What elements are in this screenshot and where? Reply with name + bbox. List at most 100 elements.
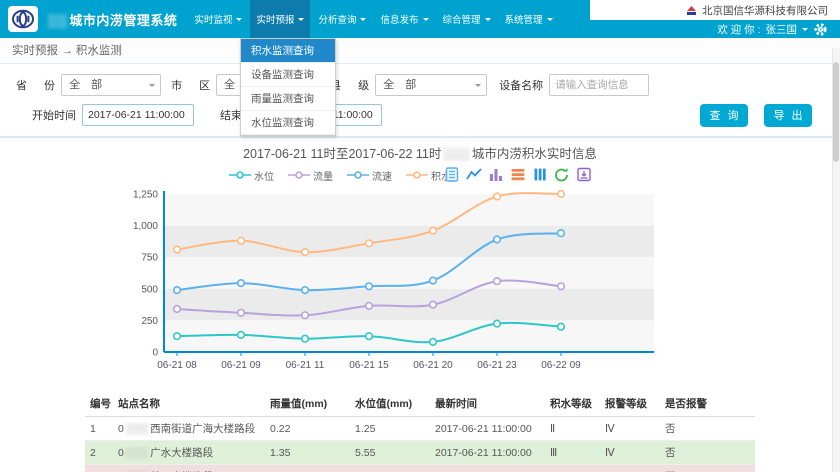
chart-toolbox: [444, 167, 592, 182]
device-name-input[interactable]: [549, 74, 649, 96]
column-header: 是否报警: [660, 391, 755, 417]
legend-item-水位[interactable]: 水位: [229, 168, 274, 183]
filter-row-2: 开始时间 结束时间 查 询 导 出: [0, 100, 840, 130]
company-name: 北京国信华源科技有限公司: [702, 3, 828, 18]
nav-item-label: 分析查询: [318, 12, 356, 26]
top-navbar: ▒▒城市内涝管理系统 实时监视实时预报分析查询 信息发布 综合管理系统管理 北京国信…: [0, 0, 840, 38]
company-logo-icon: [686, 5, 697, 16]
save-image-icon[interactable]: [576, 167, 592, 182]
rain-value-cell: 0.22: [265, 417, 350, 441]
filter-panel: 省 份 全 部 市 区 全 部 县 级 全 部 设备名称 开始时间 结束时间 查…: [0, 64, 840, 138]
table-row[interactable]: 30▒▒▒美玉大楼路段0.502.882017-06-21 11:00:00ⅠⅢ…: [85, 465, 755, 472]
svg-text:1,250: 1,250: [133, 190, 158, 201]
station-prefix: 0: [118, 447, 124, 459]
svg-text:750: 750: [141, 253, 158, 264]
nav-item-label: 系统管理: [505, 12, 543, 26]
app-logo-emblem: [11, 9, 35, 29]
forecast-dropdown-menu: 积水监测查询设备监测查询雨量监测查询水位监测查询: [240, 38, 336, 136]
stack-icon[interactable]: [510, 167, 526, 182]
table-row[interactable]: 10▒▒▒西南街道广海大楼路段0.221.252017-06-21 11:00:…: [85, 417, 755, 441]
county-select[interactable]: 全 部: [375, 74, 487, 96]
svg-text:06-22 09: 06-22 09: [541, 360, 581, 371]
app-title: ▒▒城市内涝管理系统: [46, 10, 177, 29]
menu-item-3[interactable]: 雨量监测查询: [241, 87, 335, 111]
redacted-station-code: ▒▒▒: [126, 423, 148, 435]
station-name-cell: 0▒▒▒西南街道广海大楼路段: [113, 417, 265, 441]
menu-item-4[interactable]: 水位监测查询: [241, 111, 335, 135]
vertical-scrollbar[interactable]: [832, 48, 840, 472]
nav-item-4[interactable]: 信息发布: [374, 0, 434, 38]
station-name: 广水大楼路段: [150, 447, 213, 459]
row-id-cell: 3: [85, 465, 113, 472]
nav-item-3[interactable]: 分析查询: [312, 0, 372, 38]
legend-marker: [406, 170, 428, 180]
column-header: 积水等级: [545, 391, 600, 417]
table-row[interactable]: 20▒▒▒广水大楼路段1.355.552017-06-21 11:00:00ⅢⅣ…: [85, 441, 755, 465]
svg-text:06-21 23: 06-21 23: [477, 360, 517, 371]
welcome-text: 欢 迎 你 :: [717, 22, 760, 37]
company-chip: 北京国信华源科技有限公司: [590, 0, 840, 20]
alarm-grade-cell: Ⅲ: [600, 465, 660, 472]
line-chart-icon[interactable]: [466, 167, 482, 182]
legend-marker: [288, 170, 310, 180]
tiled-icon[interactable]: [532, 167, 548, 182]
nav-item-5[interactable]: 综合管理: [437, 0, 497, 38]
station-table-body: 10▒▒▒西南街道广海大楼路段0.221.252017-06-21 11:00:…: [85, 417, 755, 472]
select-chevron-down-icon: [149, 84, 155, 90]
nav-item-1[interactable]: 实时监视: [188, 0, 248, 38]
navbar-right: 北京国信华源科技有限公司 欢 迎 你 : 张三国: [590, 0, 840, 38]
column-header: 编号: [85, 391, 113, 417]
nav-item-2[interactable]: 实时预报: [250, 0, 310, 38]
alarmed-cell: 否: [660, 465, 755, 472]
chevron-down-icon: [423, 18, 429, 24]
gear-icon[interactable]: [813, 22, 828, 37]
menu-item-2[interactable]: 设备监测查询: [241, 63, 335, 87]
row-id-cell: 2: [85, 441, 113, 465]
station-name-cell: 0▒▒▒美玉大楼路段: [113, 465, 265, 472]
svg-text:06-21 08: 06-21 08: [157, 360, 197, 371]
header-row: 编号站点名称雨量值(mm)水位值(mm)最新时间积水等级报警等级是否报警: [85, 391, 755, 417]
select-chevron-down-icon: [475, 84, 481, 90]
breadcrumb: 实时预报 → 积水监测: [0, 38, 840, 64]
time-cell: 2017-06-21 11:00:00: [430, 465, 545, 472]
action-buttons: 查 询 导 出: [700, 104, 812, 127]
station-name-cell: 0▒▒▒广水大楼路段: [113, 441, 265, 465]
query-button[interactable]: 查 询: [700, 104, 748, 127]
start-time-input[interactable]: [82, 104, 194, 126]
flood-grade-cell: Ⅱ: [545, 417, 600, 441]
svg-text:06-21 09: 06-21 09: [221, 360, 261, 371]
legend-item-流速[interactable]: 流速: [347, 168, 392, 183]
legend-item-流量[interactable]: 流量: [288, 168, 333, 183]
device-name-label: 设备名称: [499, 77, 543, 93]
chart-block: 2017-06-21 11时至2017-06-22 11时▒▒▒城市内涝积水实时…: [130, 144, 710, 383]
redacted-city-name: ▒▒: [48, 13, 67, 28]
svg-text:06-21 11: 06-21 11: [286, 360, 325, 371]
city-label: 市 区: [171, 77, 210, 93]
nav-item-6[interactable]: 系统管理: [499, 0, 559, 38]
data-view-icon[interactable]: [444, 167, 460, 182]
station-table: 编号站点名称雨量值(mm)水位值(mm)最新时间积水等级报警等级是否报警 10▒…: [85, 391, 755, 472]
station-prefix: 0: [118, 423, 124, 435]
redacted-station-code: ▒▒▒: [126, 447, 148, 459]
username[interactable]: 张三国: [766, 22, 798, 37]
rain-value-cell: 1.35: [265, 441, 350, 465]
welcome-bar: 欢 迎 你 : 张三国: [590, 20, 840, 38]
user-chevron-down-icon[interactable]: [802, 28, 808, 34]
export-button[interactable]: 导 出: [764, 104, 812, 127]
menu-item-1[interactable]: 积水监测查询: [241, 39, 335, 63]
svg-text:0: 0: [152, 348, 158, 359]
alarmed-cell: 否: [660, 417, 755, 441]
water-value-cell: 1.25: [350, 417, 430, 441]
svg-text:250: 250: [141, 316, 158, 327]
restore-icon[interactable]: [554, 167, 570, 182]
column-header: 雨量值(mm): [265, 391, 350, 417]
bar-chart-icon[interactable]: [488, 167, 504, 182]
row-id-cell: 1: [85, 417, 113, 441]
nav-item-label: 信息发布: [380, 12, 418, 26]
svg-text:06-21 15: 06-21 15: [349, 360, 389, 371]
start-time-label: 开始时间: [32, 107, 76, 123]
scrollbar-thumb[interactable]: [833, 62, 839, 162]
province-select[interactable]: 全 部: [61, 74, 161, 96]
chart-title: 2017-06-21 11时至2017-06-22 11时▒▒▒城市内涝积水实时…: [130, 144, 710, 164]
time-cell: 2017-06-21 11:00:00: [430, 417, 545, 441]
